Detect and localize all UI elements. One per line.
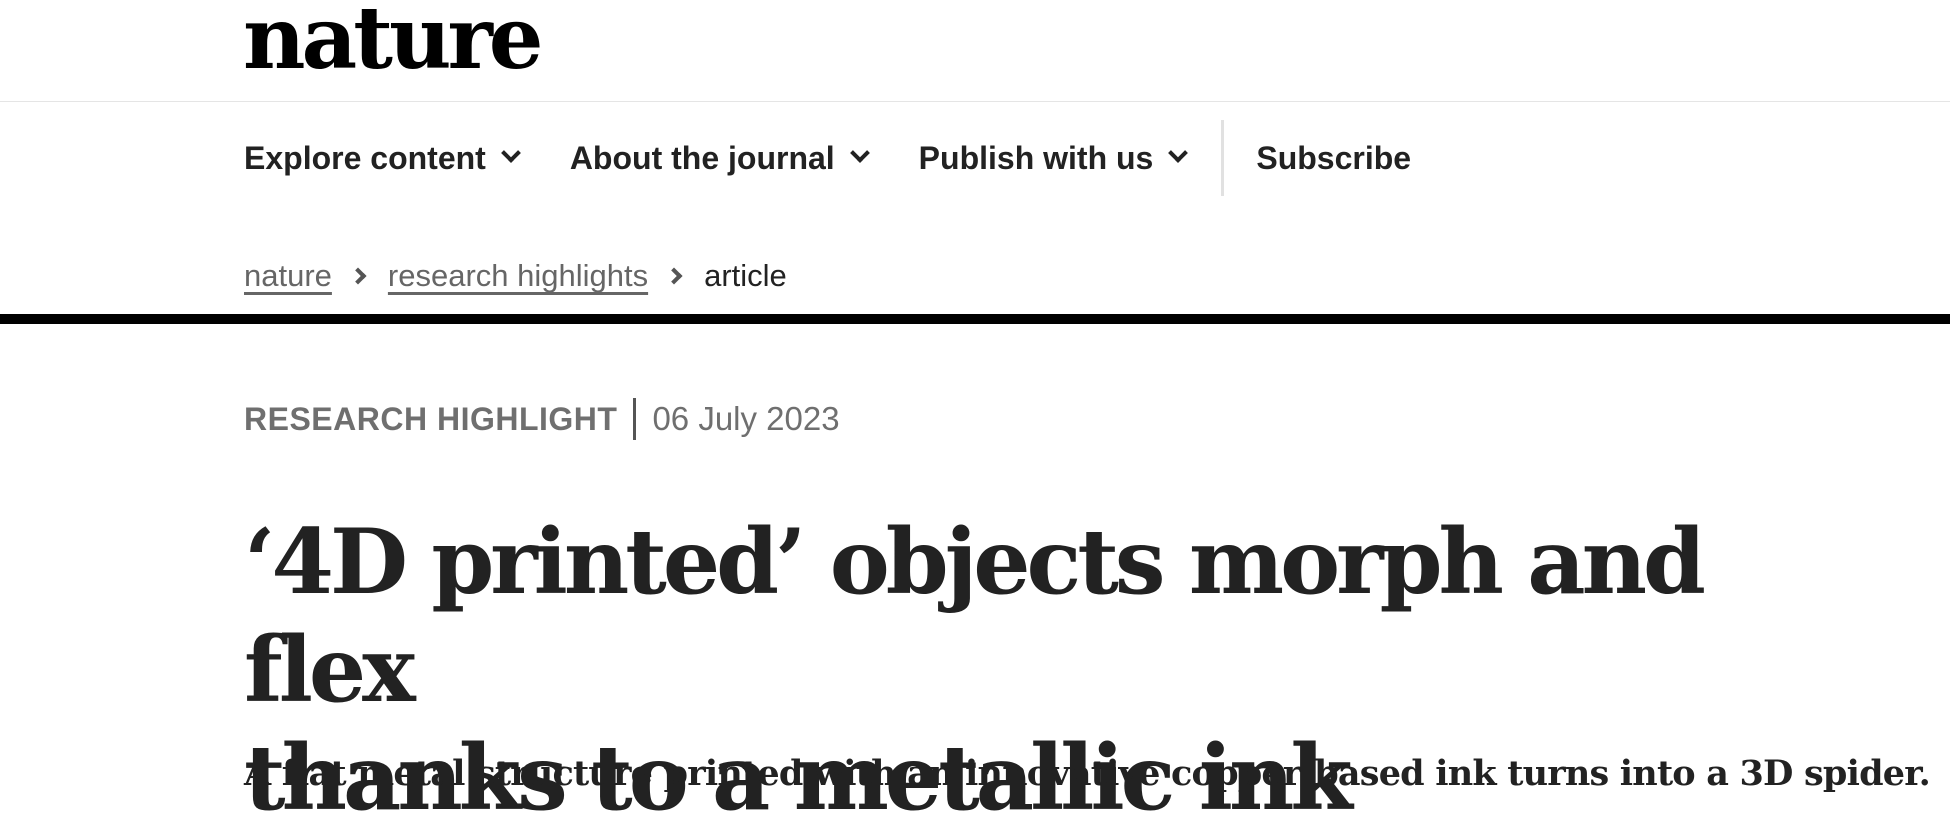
nav-explore-content[interactable]: Explore content (244, 139, 521, 177)
nav-publish-with-us[interactable]: Publish with us (918, 139, 1189, 177)
chevron-right-icon (349, 267, 367, 285)
breadcrumb-nature[interactable]: nature (244, 258, 332, 294)
nav-about-the-journal[interactable]: About the journal (569, 139, 870, 177)
chevron-right-icon (665, 267, 683, 285)
nav-explore-content-label: Explore content (244, 139, 486, 176)
article-meta: RESEARCH HIGHLIGHT 06 July 2023 (244, 398, 840, 440)
nav-publish-with-us-label: Publish with us (918, 139, 1154, 176)
nav-items: Explore content About the journal Publis… (244, 103, 1411, 213)
article-title-line-1: ‘4D printed’ objects morph and flex (244, 509, 1706, 723)
nature-logo[interactable]: nature (243, 0, 544, 82)
breadcrumb-research-highlights[interactable]: research highlights (388, 258, 648, 294)
chevron-down-icon (500, 143, 521, 163)
breadcrumb: nature research highlights article (244, 258, 787, 294)
chevron-down-icon (849, 143, 870, 163)
publication-date: 06 July 2023 (652, 400, 840, 437)
header-rule (0, 314, 1950, 324)
chevron-down-icon (1168, 143, 1189, 163)
masthead: nature (0, 0, 1950, 102)
article-standfirst: A flat metal structure printed with an i… (244, 753, 1931, 794)
main-navigation: Explore content About the journal Publis… (0, 103, 1950, 324)
subscribe-link[interactable]: Subscribe (1256, 140, 1411, 177)
nav-divider (1221, 120, 1225, 196)
article-type: RESEARCH HIGHLIGHT (244, 400, 618, 437)
meta-divider (633, 398, 637, 440)
page: nature Explore content About the journal… (0, 0, 1950, 840)
breadcrumb-article: article (704, 258, 787, 293)
nav-about-the-journal-label: About the journal (569, 139, 835, 176)
